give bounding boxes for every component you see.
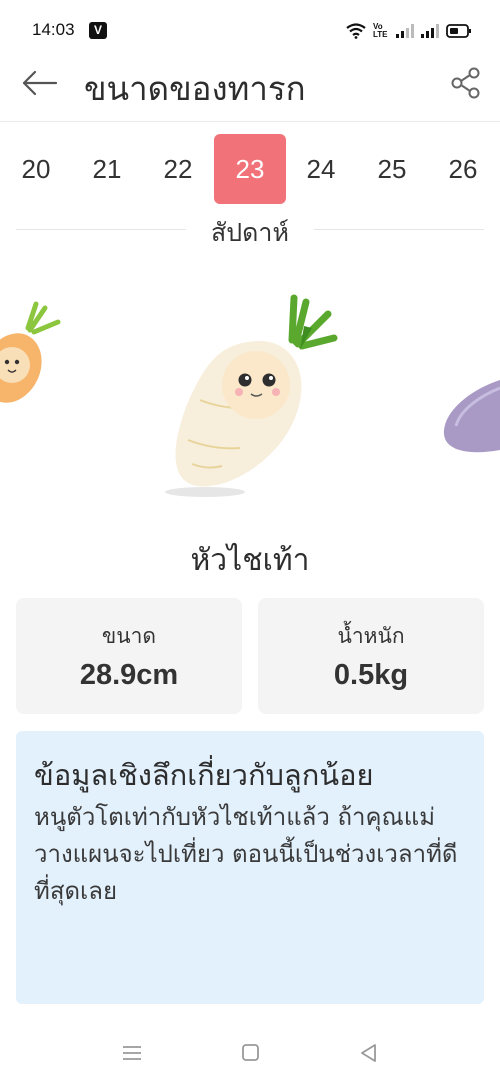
volte-bottom-text: LTE xyxy=(373,30,388,39)
daikon-illustration[interactable] xyxy=(165,294,338,497)
home-button[interactable] xyxy=(235,1040,265,1066)
fruit-name: หัวไชเท้า xyxy=(190,543,310,578)
insight-title: ข้อมูลเชิงลึกเกี่ยวกับลูกน้อย xyxy=(34,758,374,792)
insight-body: หนูตัวโตเท่ากับหัวไชเท้าแล้ว ถ้าคุณแม่วา… xyxy=(34,803,458,905)
week-item-26[interactable]: 26 xyxy=(427,134,499,204)
back-button[interactable] xyxy=(20,68,60,98)
week-item-21[interactable]: 21 xyxy=(71,134,143,204)
week-item-20[interactable]: 20 xyxy=(0,134,72,204)
signal-icon-sim1 xyxy=(396,24,414,38)
arrow-left-icon xyxy=(22,70,58,96)
week-item-24[interactable]: 24 xyxy=(285,134,357,204)
menu-icon xyxy=(123,1046,141,1060)
size-value: 28.9cm xyxy=(79,659,179,691)
weight-label: น้ำหนัก xyxy=(337,624,405,648)
recent-apps-button[interactable] xyxy=(117,1040,147,1066)
week-item-22[interactable]: 22 xyxy=(142,134,214,204)
status-bar: 14:03 V Vo LTE xyxy=(0,0,500,60)
signal-icon-sim2 xyxy=(421,24,439,38)
volte-icon: Vo LTE xyxy=(373,23,389,39)
back-nav-button[interactable] xyxy=(354,1040,384,1066)
week-item-23-selected[interactable]: 23 xyxy=(214,134,286,204)
size-card: ขนาด 28.9cm xyxy=(16,598,242,714)
fruit-carousel[interactable] xyxy=(0,280,500,510)
app-notification-badge: V xyxy=(89,22,107,39)
app-bar: ขนาดของทารก xyxy=(0,60,500,122)
divider-right xyxy=(314,229,484,230)
status-time: 14:03 xyxy=(32,20,75,39)
home-square-icon xyxy=(242,1044,259,1061)
week-caption: สัปดาห์ xyxy=(211,218,289,247)
page-title: ขนาดของทารก xyxy=(84,69,306,108)
baby-insight-card: ข้อมูลเชิงลึกเกี่ยวกับลูกน้อย หนูตัวโตเท… xyxy=(16,731,484,1004)
carrot-illustration[interactable] xyxy=(0,301,61,412)
week-item-25[interactable]: 25 xyxy=(356,134,428,204)
share-button[interactable] xyxy=(450,66,482,100)
battery-icon xyxy=(446,24,471,38)
size-label: ขนาด xyxy=(101,624,157,648)
status-icons: Vo LTE xyxy=(346,20,472,42)
eggplant-illustration[interactable] xyxy=(443,380,500,453)
week-selector: 20 21 22 23 24 25 26 xyxy=(0,132,500,204)
system-nav-bar xyxy=(0,1030,500,1083)
wifi-icon xyxy=(346,23,366,39)
back-triangle-icon xyxy=(361,1044,376,1062)
share-icon xyxy=(451,67,480,99)
weight-value: 0.5kg xyxy=(333,659,409,691)
weight-card: น้ำหนัก 0.5kg xyxy=(258,598,484,714)
